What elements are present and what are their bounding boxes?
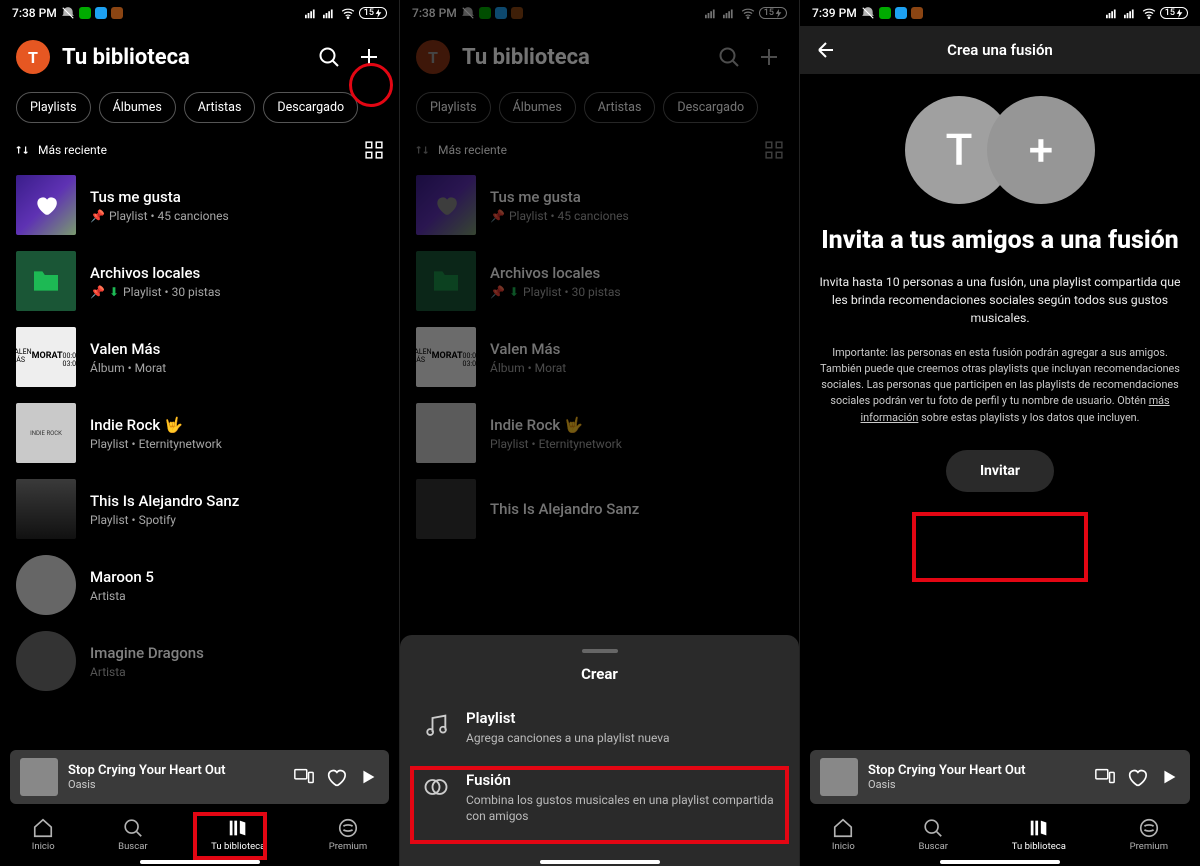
status-bar: 7:38 PM 15 — [400, 0, 799, 26]
signal-icon — [305, 6, 319, 20]
sort-row: Más reciente — [0, 133, 399, 167]
highlight-box — [912, 512, 1088, 582]
thumb-playlist — [16, 479, 76, 539]
status-bar: 7:39 PM 15 — [800, 0, 1200, 26]
list-item[interactable]: Tus me gusta📌Playlist • 45 canciones — [16, 167, 383, 243]
list-item[interactable]: VALENMÁSMORAT00:00-03:09 Valen MásÁlbum … — [16, 319, 383, 395]
now-playing-bar[interactable]: Stop Crying Your Heart OutOasis — [10, 750, 389, 804]
blend-heading: Invita a tus amigos a una fusión — [818, 226, 1182, 256]
np-artwork — [820, 758, 858, 796]
nav-library[interactable]: Tu biblioteca — [211, 817, 265, 852]
pin-icon: 📌 — [90, 285, 105, 299]
grid-view-icon[interactable] — [365, 141, 383, 159]
blend-body: T + Invita a tus amigos a una fusión Inv… — [800, 74, 1200, 514]
play-icon[interactable] — [357, 766, 379, 788]
nav-home[interactable]: Inicio — [32, 817, 55, 852]
screen-blend-invite: 7:39 PM 15 Crea una fusión T + Invita a … — [800, 0, 1200, 866]
dnd-icon — [861, 6, 875, 20]
blend-avatars: T + — [818, 96, 1182, 204]
add-button[interactable] — [355, 43, 383, 71]
heart-icon[interactable] — [1126, 766, 1148, 788]
devices-icon[interactable] — [293, 766, 315, 788]
thumb-liked — [16, 175, 76, 235]
sheet-handle[interactable] — [582, 649, 618, 653]
play-icon[interactable] — [1158, 766, 1180, 788]
chip-downloaded[interactable]: Descargado — [263, 92, 358, 123]
screen-create-sheet: 7:38 PM 15 T Tu biblioteca PlaylistsÁlbu… — [400, 0, 800, 866]
sheet-option-playlist[interactable]: PlaylistAgrega canciones a una playlist … — [400, 697, 799, 758]
user-avatar[interactable]: T — [416, 40, 450, 74]
sheet-title: Crear — [400, 665, 799, 683]
search-icon[interactable] — [715, 43, 743, 71]
devices-icon[interactable] — [1094, 766, 1116, 788]
blend-header: Crea una fusión — [800, 26, 1200, 74]
screen-library: 7:38 PM 15 T Tu biblioteca Playlists Álb… — [0, 0, 400, 866]
search-icon[interactable] — [315, 43, 343, 71]
home-indicator[interactable] — [940, 860, 1060, 864]
nav-home[interactable]: Inicio — [832, 817, 855, 852]
sheet-option-blend[interactable]: FusiónCombina los gustos musicales en un… — [400, 759, 799, 836]
list-item[interactable]: Maroon 5Artista — [16, 547, 383, 623]
list-item[interactable]: Imagine DragonsArtista — [16, 623, 383, 699]
blend-add-circle[interactable]: + — [987, 96, 1095, 204]
heart-icon[interactable] — [325, 766, 347, 788]
np-artwork — [20, 758, 58, 796]
nav-library[interactable]: Tu biblioteca — [1012, 817, 1066, 852]
signal-icon — [723, 6, 737, 20]
signal-icon — [323, 6, 337, 20]
signal-icon — [1106, 6, 1120, 20]
blend-icon — [422, 773, 450, 801]
thumb-playlist: INDIE ROCK — [16, 403, 76, 463]
now-playing-bar[interactable]: Stop Crying Your Heart OutOasis — [810, 750, 1190, 804]
battery-icon: 15 — [759, 7, 787, 19]
signal-icon — [705, 6, 719, 20]
filter-chips: Playlists Álbumes Artistas Descargado — [0, 88, 399, 133]
invite-button[interactable]: Invitar — [946, 450, 1054, 492]
list-item[interactable]: This Is Alejandro SanzPlaylist • Spotify — [16, 471, 383, 547]
nav-premium[interactable]: Premium — [329, 817, 367, 852]
blend-description: Invita hasta 10 personas a una fusión, u… — [818, 274, 1182, 329]
bottom-nav: Inicio Buscar Tu biblioteca Premium — [0, 808, 399, 866]
sort-button[interactable]: Más reciente — [16, 143, 107, 157]
wifi-icon — [1142, 6, 1156, 20]
signal-icon — [1124, 6, 1138, 20]
thumb-album: VALENMÁSMORAT00:00-03:09 — [16, 327, 76, 387]
library-list: Tus me gusta📌Playlist • 45 canciones Arc… — [0, 167, 399, 699]
status-bar: 7:38 PM 15 — [0, 0, 399, 26]
wifi-icon — [341, 6, 355, 20]
thumb-artist — [16, 555, 76, 615]
home-indicator[interactable] — [140, 860, 260, 864]
status-time: 7:38 PM — [12, 6, 57, 20]
thumb-folder — [16, 251, 76, 311]
thumb-artist — [16, 631, 76, 691]
nav-search[interactable]: Buscar — [118, 817, 147, 852]
status-app-icon — [79, 7, 91, 19]
create-sheet: Crear PlaylistAgrega canciones a una pla… — [400, 635, 799, 866]
library-header: T Tu biblioteca — [0, 26, 399, 88]
download-icon: ⬇ — [109, 285, 119, 299]
battery-icon: 15 — [359, 7, 387, 19]
list-item[interactable]: Archivos locales📌⬇Playlist • 30 pistas — [16, 243, 383, 319]
status-app-icon — [95, 7, 107, 19]
wifi-icon — [741, 6, 755, 20]
list-item[interactable]: INDIE ROCK Indie Rock 🤟Playlist • Eterni… — [16, 395, 383, 471]
bottom-nav: Inicio Buscar Tu biblioteca Premium — [800, 808, 1200, 866]
chip-playlists[interactable]: Playlists — [16, 92, 91, 123]
pin-icon: 📌 — [90, 209, 105, 223]
page-title: Tu biblioteca — [62, 45, 303, 70]
home-indicator[interactable] — [540, 860, 660, 864]
chip-artists[interactable]: Artistas — [184, 92, 256, 123]
battery-icon: 15 — [1160, 7, 1188, 19]
dnd-icon — [461, 6, 475, 20]
add-button[interactable] — [755, 43, 783, 71]
user-avatar[interactable]: T — [16, 40, 50, 74]
nav-premium[interactable]: Premium — [1130, 817, 1168, 852]
nav-search[interactable]: Buscar — [919, 817, 948, 852]
music-note-icon — [422, 711, 450, 739]
status-app-icon — [111, 7, 123, 19]
blend-disclaimer: Importante: las personas en esta fusión … — [818, 345, 1182, 426]
dnd-icon — [61, 6, 75, 20]
chip-albums[interactable]: Álbumes — [99, 92, 176, 123]
